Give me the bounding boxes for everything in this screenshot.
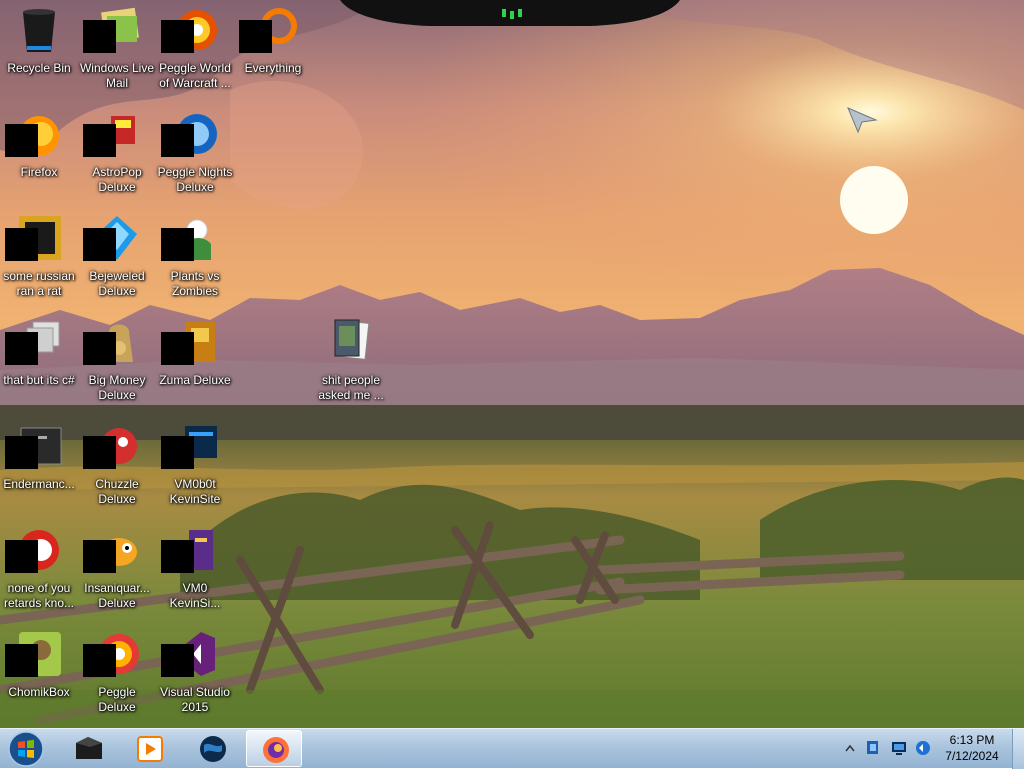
mouse-cursor-icon <box>847 107 878 134</box>
redaction-box <box>161 436 194 469</box>
redaction-box <box>161 332 194 365</box>
desktop-icon-vm0-kevinsite[interactable]: VM0 KevinSi... <box>156 526 234 611</box>
desktop-icon-label: Recycle Bin <box>7 61 71 75</box>
desktop-icon-label: that but its c# <box>3 373 75 387</box>
taskbar: 6:13 PM 7/12/2024 <box>0 728 1024 769</box>
desktop-icon-everything[interactable]: Everything <box>234 6 312 76</box>
redaction-box <box>5 436 38 469</box>
redaction-box <box>5 332 38 365</box>
desktop-icon-label: Firefox <box>20 165 58 179</box>
show-desktop-button[interactable] <box>1012 729 1024 769</box>
folder-icon <box>334 319 370 360</box>
desktop-icon-label: Zuma Deluxe <box>159 373 231 387</box>
desktop-icon-peggle-nights-deluxe[interactable]: Peggle Nights Deluxe <box>156 110 234 195</box>
desktop-icon-label: VM0b0t KevinSite <box>169 477 221 506</box>
recycle-bin-icon <box>23 9 55 52</box>
desktop-icon-peggle-world-of-warcraft[interactable]: Peggle World of Warcraft ... <box>156 6 234 91</box>
redaction-box <box>83 436 116 469</box>
desktop-icon-that-but-its-csharp[interactable]: that but its c# <box>0 318 78 388</box>
network-icon[interactable] <box>890 738 908 758</box>
taskbar-button-media-player[interactable] <box>122 730 178 767</box>
desktop-icon-zuma-deluxe[interactable]: Zuma Deluxe <box>156 318 234 388</box>
desktop-icon-peggle-deluxe[interactable]: Peggle Deluxe <box>78 630 156 715</box>
desktop-icon-firefox[interactable]: Firefox <box>0 110 78 180</box>
redaction-box <box>161 540 194 573</box>
redaction-box <box>83 228 116 261</box>
desktop-icon-label: Windows Live Mail <box>79 61 155 90</box>
redaction-box <box>5 124 38 157</box>
desktop-icon-label: Peggle World of Warcraft ... <box>159 61 231 90</box>
taskbar-button-globe[interactable] <box>184 730 240 767</box>
redaction-box <box>83 540 116 573</box>
desktop-icon-label: ChomikBox <box>8 685 70 699</box>
security-icon[interactable] <box>864 738 882 758</box>
show-hidden-icons-chevron[interactable] <box>844 738 856 758</box>
desktop-icon-label: Peggle Nights Deluxe <box>157 165 233 194</box>
windows-start-icon[interactable] <box>6 730 46 768</box>
desktop-icon-label: Visual Studio 2015 <box>160 685 230 714</box>
desktop-icon-label: VM0 KevinSi... <box>169 581 221 610</box>
globe-icon <box>200 736 226 762</box>
desktop-icon-label: Bejeweled Deluxe <box>89 269 145 298</box>
desktop-icon-label: AstroPop Deluxe <box>92 165 142 194</box>
desktop-icon-label: Chuzzle Deluxe <box>95 477 139 506</box>
redaction-box <box>161 644 194 677</box>
desktop-icon-label: Big Money Deluxe <box>88 373 146 402</box>
desktop-icon-visual-studio-2015[interactable]: Visual Studio 2015 <box>156 630 234 715</box>
redaction-box <box>83 644 116 677</box>
clock-date: 7/12/2024 <box>945 749 999 763</box>
desktop-icon-recycle-bin[interactable]: Recycle Bin <box>0 6 78 76</box>
desktop-icon-some-russian-ran-a-rat[interactable]: some russian ran a rat <box>0 214 78 299</box>
desktop-icon-chuzzle-deluxe[interactable]: Chuzzle Deluxe <box>78 422 156 507</box>
redaction-box <box>83 124 116 157</box>
terminal-app-icon <box>76 737 102 759</box>
desktop-icon-label: none of you retards kno... <box>3 581 75 610</box>
redaction-box <box>161 20 194 53</box>
desktop-icon-insaniquarium-deluxe[interactable]: Insaniquar... Deluxe <box>78 526 156 611</box>
desktop-icon-label: Peggle Deluxe <box>98 685 136 714</box>
redaction-box <box>5 540 38 573</box>
redaction-box <box>239 20 272 53</box>
desktop-icon-label: Endermanc... <box>3 477 75 491</box>
redaction-box <box>161 228 194 261</box>
dock-indicator-icon[interactable] <box>496 5 528 21</box>
desktop-icon-label: Plants vs Zombies <box>170 269 220 298</box>
desktop-icon-chomikbox[interactable]: ChomikBox <box>0 630 78 700</box>
redaction-box <box>161 124 194 157</box>
desktop-icon-none-of-you[interactable]: none of you retards kno... <box>0 526 78 611</box>
desktop-icon-bejeweled-deluxe[interactable]: Bejeweled Deluxe <box>78 214 156 299</box>
desktop-icon-astropop-deluxe[interactable]: AstroPop Deluxe <box>78 110 156 195</box>
desktop-icon-label: Insaniquar... Deluxe <box>84 581 150 610</box>
redaction-box <box>5 228 38 261</box>
desktop-icon-windows-live-mail[interactable]: Windows Live Mail <box>78 6 156 91</box>
desktop-icon-endermanch[interactable]: Endermanc... <box>0 422 78 492</box>
desktop-icon-vm0b0t-kevinsite[interactable]: VM0b0t KevinSite <box>156 422 234 507</box>
redaction-box <box>83 20 116 53</box>
taskbar-button-firefox[interactable] <box>246 730 302 767</box>
desktop-icon-plants-vs-zombies[interactable]: Plants vs Zombies <box>156 214 234 299</box>
redaction-box <box>83 332 116 365</box>
desktop-icon-label: shit people asked me ... <box>318 373 384 402</box>
system-clock[interactable]: 6:13 PM 7/12/2024 <box>930 732 1014 764</box>
clock-time: 6:13 PM <box>949 733 995 747</box>
desktop-icon-folder[interactable]: shit people asked me ... <box>312 318 390 403</box>
redaction-box <box>5 644 38 677</box>
desktop-icon-label: some russian ran a rat <box>3 269 75 298</box>
desktop-icon-label: Everything <box>244 61 302 75</box>
media-player-icon <box>137 736 163 762</box>
desktop-icon-big-money-deluxe[interactable]: Big Money Deluxe <box>78 318 156 403</box>
firefox-icon <box>263 737 289 763</box>
taskbar-button-terminal[interactable] <box>60 730 116 767</box>
